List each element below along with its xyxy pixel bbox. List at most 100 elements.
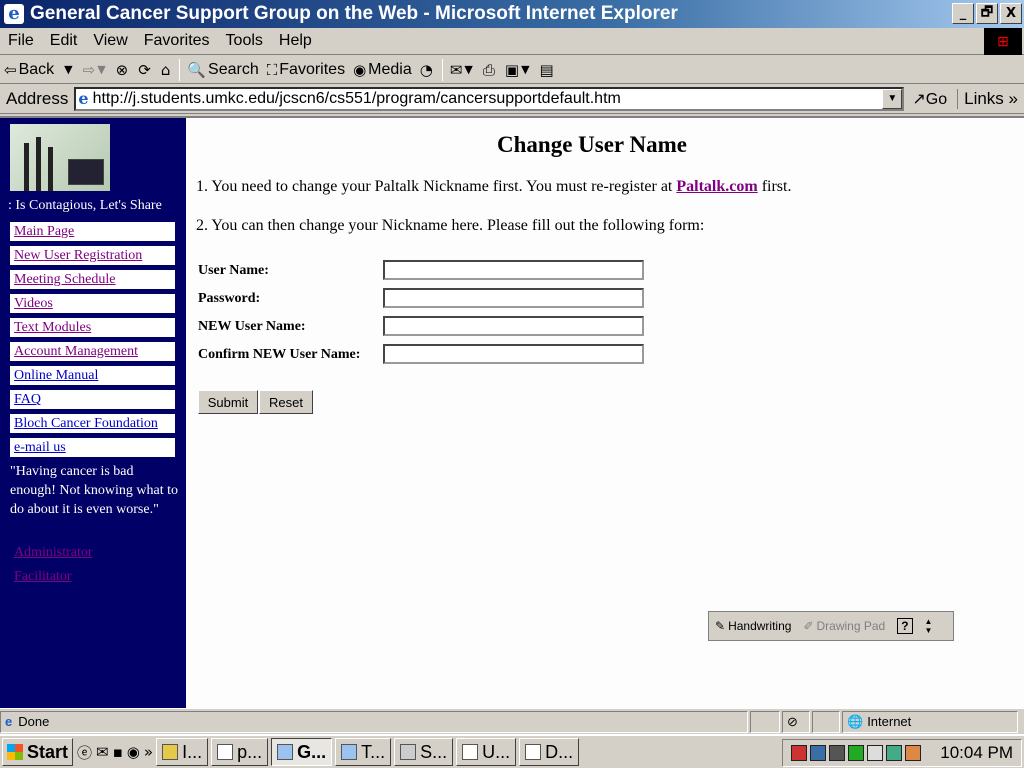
refresh-button[interactable]: ⟳ [134, 61, 157, 79]
address-url[interactable]: http://j.students.umkc.edu/jcscn6/cs551/… [93, 90, 621, 108]
quicklaunch-outlook-icon[interactable]: ✉ [96, 743, 109, 761]
restore-button[interactable]: 🗗 [976, 3, 998, 24]
nav-faq[interactable]: FAQ [10, 390, 175, 409]
quicklaunch-more-icon[interactable]: » [144, 743, 153, 761]
nav-account-management[interactable]: Account Management [10, 342, 175, 361]
tray-icon[interactable] [848, 745, 865, 761]
langbar-options-icon[interactable]: ▲ ▼ [919, 617, 939, 635]
chevron-down-icon[interactable]: ▼ [97, 63, 105, 76]
nav-videos[interactable]: Videos [10, 294, 175, 313]
nav-email-us[interactable]: e-mail us [10, 438, 175, 457]
nav-main-page[interactable]: Main Page [10, 222, 175, 241]
app-icon [525, 744, 542, 760]
go-button[interactable]: ↗Go [912, 89, 947, 109]
start-button[interactable]: Start [2, 738, 74, 766]
mail-button[interactable]: ✉ ▼ [446, 61, 479, 79]
taskbar-item-active[interactable]: G... [271, 738, 333, 766]
links-label: Links [964, 88, 1004, 108]
toolbar-separator [441, 58, 443, 81]
minimize-button[interactable]: _ [952, 3, 974, 24]
address-input[interactable]: e http://j.students.umkc.edu/jcscn6/cs55… [74, 86, 905, 111]
tray-icon[interactable] [829, 745, 846, 761]
forward-button[interactable]: ⇨ ▼ [79, 61, 112, 79]
nav-meeting-schedule[interactable]: Meeting Schedule [10, 270, 175, 289]
chevron-down-icon[interactable]: ▼ [882, 88, 903, 109]
menu-favorites[interactable]: Favorites [136, 32, 218, 50]
internet-explorer-icon[interactable]: e [4, 4, 24, 24]
go-arrow-icon: ↗ [912, 90, 926, 108]
taskbar-item[interactable]: T... [335, 738, 392, 766]
username-field[interactable] [383, 260, 644, 280]
taskbar-item[interactable]: S... [394, 738, 454, 766]
nav-new-user-registration[interactable]: New User Registration [10, 246, 175, 265]
language-bar: ✎ Handwriting ✐ Drawing Pad ? ▲ ▼ [708, 611, 954, 641]
tray-icon[interactable] [905, 745, 922, 761]
site-logo [10, 124, 110, 191]
drawing-pad-button[interactable]: ✐ Drawing Pad [797, 619, 891, 633]
tray-icon[interactable] [791, 745, 808, 761]
chevron-down-icon[interactable]: ▼ [464, 63, 472, 76]
reset-button[interactable]: Reset [259, 390, 313, 414]
handwriting-button[interactable]: ✎ Handwriting [709, 619, 797, 633]
nav-text-modules[interactable]: Text Modules [10, 318, 175, 337]
favorites-label: Favorites [279, 60, 346, 78]
confirm-username-label: Confirm NEW User Name: [198, 347, 361, 362]
taskbar-item[interactable]: D... [519, 738, 580, 766]
nav-bloch-cancer-foundation[interactable]: Bloch Cancer Foundation [10, 414, 175, 433]
search-button[interactable]: 🔍 Search [183, 61, 262, 79]
page-icon: e [78, 89, 89, 108]
menu-tools[interactable]: Tools [218, 32, 271, 50]
menu-file[interactable]: File [0, 32, 42, 50]
status-text-pane: e Done [0, 710, 748, 733]
menu-edit[interactable]: Edit [42, 32, 86, 50]
favorites-button[interactable]: ⛶ Favorites [263, 61, 349, 79]
links-button[interactable]: Links » [957, 88, 1018, 109]
home-button[interactable]: ⌂ [157, 61, 177, 79]
discuss-button[interactable]: ▤ [536, 61, 560, 79]
address-label: Address [6, 88, 69, 108]
print-button[interactable]: ⎙ [479, 61, 501, 79]
tray-icon[interactable] [810, 745, 827, 761]
popup-blocked-icon[interactable]: ⊘ [782, 710, 810, 733]
nav-online-manual[interactable]: Online Manual [10, 366, 175, 385]
windows-flag-icon [7, 744, 23, 760]
quicklaunch-ie-icon[interactable]: ⓔ [77, 742, 92, 763]
chevron-down-icon[interactable]: ▼ [521, 63, 529, 76]
administrator-link[interactable]: Administrator [14, 545, 93, 561]
help-button[interactable]: ? [891, 618, 918, 634]
quicklaunch-media-icon[interactable]: ◉ [127, 743, 140, 761]
password-field[interactable] [383, 288, 644, 308]
media-button[interactable]: ◉ Media [349, 61, 416, 79]
stop-button[interactable]: ⊗ [112, 61, 135, 79]
network-icon[interactable] [886, 745, 903, 761]
history-button[interactable]: ◔ [416, 61, 439, 79]
app-icon [341, 744, 358, 760]
search-label: Search [208, 60, 259, 78]
back-arrow-icon: ⇦ [4, 60, 17, 79]
edit-button[interactable]: ▣ ▼ [501, 61, 536, 79]
close-button[interactable]: X [1000, 3, 1022, 24]
media-icon: ◉ [353, 60, 367, 79]
step1-suffix: first. [757, 178, 792, 195]
window-title: General Cancer Support Group on the Web … [30, 3, 678, 24]
task-label: U... [482, 741, 511, 762]
menu-help[interactable]: Help [271, 32, 320, 50]
taskbar-item[interactable]: I... [156, 738, 209, 766]
quicklaunch-cmd-icon[interactable]: ▪ [113, 743, 123, 761]
facilitator-link[interactable]: Facilitator [14, 569, 72, 585]
taskbar-item[interactable]: U... [456, 738, 517, 766]
paltalk-link[interactable]: Paltalk.com [676, 178, 757, 195]
submit-button[interactable]: Submit [198, 390, 258, 414]
chevron-down-icon[interactable]: ▼ [64, 63, 72, 76]
menu-view[interactable]: View [85, 32, 135, 50]
taskbar-item[interactable]: p... [211, 738, 269, 766]
stop-icon: ⊗ [115, 60, 129, 79]
task-label: T... [361, 741, 386, 762]
page-title: Change User Name [497, 132, 687, 157]
back-button[interactable]: ⇦ Back ▼ [0, 61, 79, 79]
new-username-field[interactable] [383, 316, 644, 336]
confirm-username-field[interactable] [383, 344, 644, 364]
clock[interactable]: 10:04 PM [940, 743, 1013, 763]
task-label: I... [182, 741, 203, 762]
volume-icon[interactable] [867, 745, 884, 761]
